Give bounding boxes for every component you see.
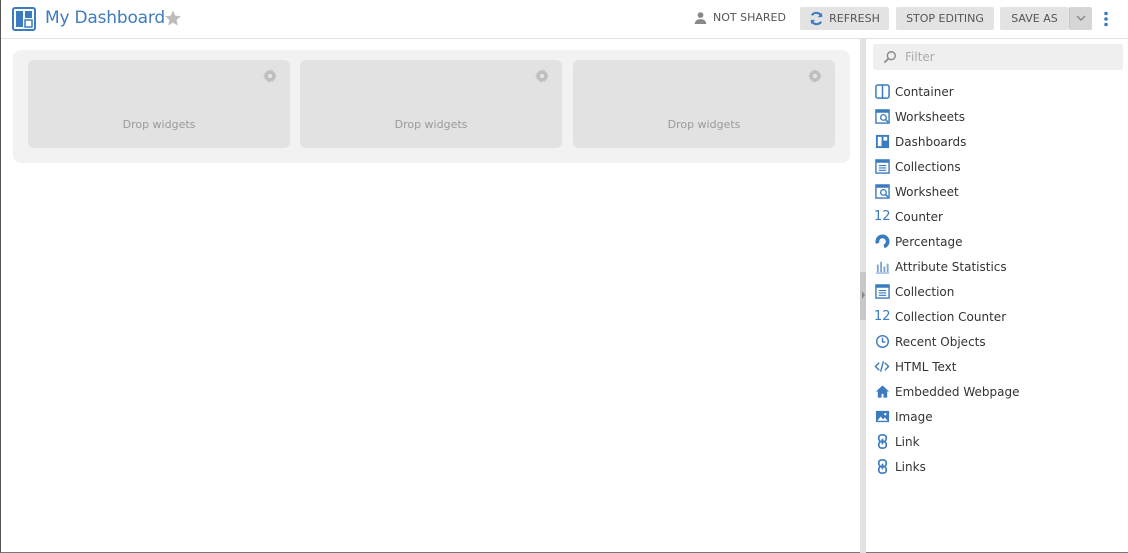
widget-item-label: Image bbox=[895, 409, 933, 424]
dashboards-icon bbox=[875, 134, 889, 149]
gear-icon[interactable] bbox=[808, 69, 822, 83]
widget-item-label: Embedded Webpage bbox=[895, 384, 1020, 399]
widget-item-label: Collection Counter bbox=[895, 309, 1007, 324]
stop-editing-button[interactable]: STOP EDITING bbox=[896, 7, 994, 30]
widget-item-counter[interactable]: 12 Counter bbox=[874, 204, 1019, 229]
share-status[interactable]: NOT SHARED bbox=[694, 11, 786, 24]
widget-item-label: Collection bbox=[895, 284, 955, 299]
widget-item-collections[interactable]: Collections bbox=[874, 154, 1019, 179]
collections-icon bbox=[874, 159, 890, 174]
drop-widgets-label: Drop widgets bbox=[667, 118, 741, 131]
page-title[interactable]: My Dashboard bbox=[45, 8, 165, 28]
collection-icon bbox=[874, 284, 890, 299]
bar-chart-icon bbox=[875, 261, 889, 274]
image-icon bbox=[875, 410, 889, 423]
widget-item-link[interactable]: Link bbox=[874, 429, 1019, 454]
widget-item-label: Recent Objects bbox=[895, 334, 986, 349]
widget-item-percentage[interactable]: Percentage bbox=[874, 229, 1019, 254]
home-icon bbox=[875, 385, 889, 398]
widget-item-recent-objects[interactable]: Recent Objects bbox=[874, 329, 1019, 354]
worksheet-icon bbox=[874, 184, 890, 199]
widget-item-label: Dashboards bbox=[895, 134, 967, 149]
header-bar: My Dashboard NOT SHARED REFRESH STOP EDI… bbox=[1, 0, 1128, 39]
save-as-dropdown-button[interactable] bbox=[1069, 7, 1092, 30]
widget-panel: Container Worksheets Dashboards Collecti… bbox=[867, 39, 1128, 553]
widget-item-container[interactable]: Container bbox=[874, 79, 1019, 104]
share-status-label: NOT SHARED bbox=[713, 11, 786, 24]
widget-item-label: Link bbox=[895, 434, 920, 449]
widget-item-label: Percentage bbox=[895, 234, 963, 249]
widget-item-image[interactable]: Image bbox=[874, 404, 1019, 429]
drop-widgets-label: Drop widgets bbox=[122, 118, 196, 131]
widget-item-embedded-webpage[interactable]: Embedded Webpage bbox=[874, 379, 1019, 404]
percentage-icon bbox=[874, 234, 890, 249]
more-options-icon[interactable] bbox=[1102, 11, 1110, 27]
widget-item-dashboards[interactable]: Dashboards bbox=[874, 129, 1019, 154]
refresh-icon bbox=[810, 11, 823, 26]
widget-item-collection[interactable]: Collection bbox=[874, 279, 1019, 304]
widget-item-label: Counter bbox=[895, 209, 943, 224]
widget-item-label: Attribute Statistics bbox=[895, 259, 1007, 274]
widget-drop-zone[interactable]: Drop widgets bbox=[573, 60, 835, 148]
link-icon bbox=[877, 434, 887, 449]
save-as-button[interactable]: SAVE AS bbox=[1000, 7, 1069, 30]
widget-item-label: Collections bbox=[895, 159, 961, 174]
widget-drop-zone[interactable]: Drop widgets bbox=[28, 60, 290, 148]
widget-item-label: Container bbox=[895, 84, 954, 99]
refresh-label: REFRESH bbox=[829, 12, 880, 25]
widget-item-label: Worksheet bbox=[895, 184, 959, 199]
user-icon bbox=[694, 12, 707, 24]
favorite-star-icon[interactable] bbox=[164, 9, 182, 27]
widget-item-worksheets[interactable]: Worksheets bbox=[874, 104, 1019, 129]
refresh-button[interactable]: REFRESH bbox=[800, 7, 889, 30]
collection-counter-icon: 12 bbox=[874, 309, 891, 324]
container-icon bbox=[874, 84, 890, 99]
widget-item-links[interactable]: Links bbox=[874, 454, 1019, 479]
drop-widgets-label: Drop widgets bbox=[394, 118, 468, 131]
clock-icon bbox=[875, 334, 889, 349]
counter-icon: 12 bbox=[874, 209, 891, 224]
widget-list: Container Worksheets Dashboards Collecti… bbox=[874, 79, 1019, 479]
worksheets-icon bbox=[874, 109, 890, 124]
widget-item-collection-counter[interactable]: 12 Collection Counter bbox=[874, 304, 1019, 329]
widget-item-label: Worksheets bbox=[895, 109, 965, 124]
dashboard-icon bbox=[12, 7, 36, 31]
filter-box[interactable] bbox=[873, 44, 1123, 70]
dashboard-canvas: Drop widgets Drop widgets Drop widgets bbox=[13, 50, 850, 163]
search-icon bbox=[883, 51, 896, 64]
gear-icon[interactable] bbox=[263, 69, 277, 83]
widget-item-html-text[interactable]: HTML Text bbox=[874, 354, 1019, 379]
widget-drop-zone[interactable]: Drop widgets bbox=[300, 60, 562, 148]
widget-item-label: HTML Text bbox=[895, 359, 957, 374]
splitter-collapse-handle[interactable] bbox=[860, 272, 866, 320]
filter-input[interactable] bbox=[903, 49, 1107, 65]
chevron-down-icon bbox=[1076, 15, 1086, 22]
link-icon bbox=[877, 459, 887, 474]
widget-item-worksheet[interactable]: Worksheet bbox=[874, 179, 1019, 204]
widget-item-label: Links bbox=[895, 459, 926, 474]
gear-icon[interactable] bbox=[535, 69, 549, 83]
code-icon bbox=[874, 361, 890, 372]
widget-item-attribute-statistics[interactable]: Attribute Statistics bbox=[874, 254, 1019, 279]
